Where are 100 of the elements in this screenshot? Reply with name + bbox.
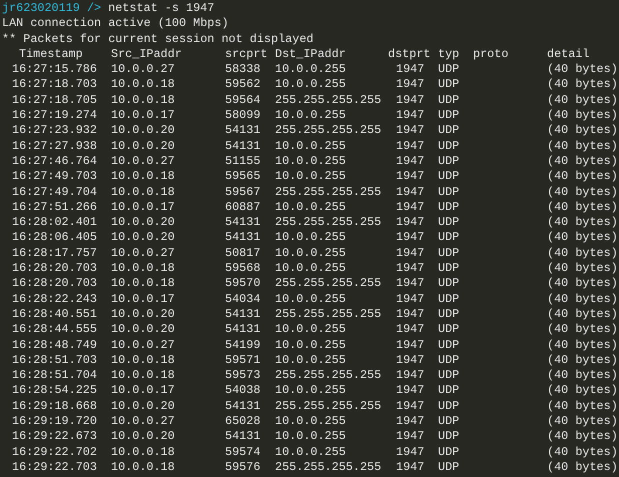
table-cell: 10.0.0.18 (111, 444, 175, 460)
table-cell: 59574 (225, 444, 260, 460)
table-cell: 10.0.0.27 (111, 338, 175, 353)
table-cell: 59562 (225, 77, 260, 93)
table-cell: UDP (438, 414, 460, 430)
table-cell: 16:27:15.786 (12, 62, 97, 78)
column-header: typ (438, 46, 460, 62)
table-cell: 1947 (396, 62, 424, 78)
table-cell: UDP (438, 383, 460, 399)
table-cell: 54131 (225, 322, 260, 338)
table-cell: UDP (438, 184, 460, 200)
table-cell: 10.0.0.20 (111, 230, 175, 246)
table-cell: UDP (438, 276, 460, 292)
table-cell: 1947 (396, 444, 424, 460)
table-cell: 16:28:51.704 (12, 368, 97, 384)
table-cell: 1947 (396, 77, 424, 93)
table-cell: (40 bytes) (547, 246, 618, 262)
table-cell: (40 bytes) (547, 215, 618, 230)
table-cell: 10.0.0.18 (111, 352, 175, 368)
table-cell: (40 bytes) (547, 184, 618, 200)
table-cell: 10.0.0.255 (275, 77, 346, 93)
table-cell: 1947 (396, 215, 424, 230)
column-header: srcprt (225, 46, 268, 62)
table-cell: 10.0.0.255 (275, 138, 346, 154)
table-cell: (40 bytes) (547, 200, 618, 216)
table-cell: 10.0.0.255 (275, 230, 346, 246)
table-cell: 50817 (225, 246, 260, 262)
table-cell: (40 bytes) (547, 292, 618, 307)
table-cell: 255.255.255.255 (275, 123, 382, 139)
table-cell: 10.0.0.255 (275, 414, 346, 430)
table-cell: 10.0.0.20 (111, 215, 175, 230)
table-cell: 255.255.255.255 (275, 368, 382, 384)
table-cell: 10.0.0.255 (275, 154, 346, 170)
table-cell: 54131 (225, 215, 260, 230)
table-cell: 1947 (396, 169, 424, 185)
table-cell: 255.255.255.255 (275, 184, 382, 200)
table-cell: (40 bytes) (547, 230, 618, 246)
table-cell: UDP (438, 77, 460, 93)
table-cell: 1947 (396, 276, 424, 292)
table-cell: (40 bytes) (547, 306, 618, 322)
table-cell: (40 bytes) (547, 261, 618, 276)
table-cell: 1947 (396, 246, 424, 262)
table-cell: 10.0.0.20 (111, 123, 175, 139)
table-cell: 16:29:18.668 (12, 398, 97, 414)
table-cell: 10.0.0.18 (111, 92, 175, 108)
table-cell: (40 bytes) (547, 123, 618, 139)
table-cell: 1947 (396, 154, 424, 170)
table-cell: 1947 (396, 230, 424, 246)
table-cell: 1947 (396, 429, 424, 445)
table-cell: UDP (438, 200, 460, 216)
table-cell: 10.0.0.27 (111, 246, 175, 262)
table-cell: UDP (438, 123, 460, 139)
table-cell: 54199 (225, 338, 260, 353)
table-cell: 10.0.0.27 (111, 62, 175, 78)
table-cell: 16:27:49.704 (12, 184, 97, 200)
table-cell: UDP (438, 352, 460, 368)
table-cell: 10.0.0.255 (275, 338, 346, 353)
table-cell: 1947 (396, 383, 424, 399)
command-text: netstat -s 1947 (108, 1, 214, 16)
table-cell: 10.0.0.17 (111, 292, 175, 307)
table-cell: 60887 (225, 200, 260, 216)
table-cell: 16:27:18.703 (12, 77, 97, 93)
table-cell: UDP (438, 429, 460, 445)
table-cell: 16:28:02.401 (12, 215, 97, 230)
table-cell: 16:28:48.749 (12, 338, 97, 353)
table-cell: 10.0.0.255 (275, 383, 346, 399)
table-cell: 16:29:22.703 (12, 460, 97, 476)
table-cell: 10.0.0.18 (111, 169, 175, 185)
table-cell: UDP (438, 246, 460, 262)
table-cell: 54131 (225, 230, 260, 246)
table-cell: 10.0.0.18 (111, 368, 175, 384)
table-cell: 255.255.255.255 (275, 398, 382, 414)
table-cell: 10.0.0.17 (111, 108, 175, 124)
table-cell: 1947 (396, 398, 424, 414)
table-cell: 10.0.0.18 (111, 276, 175, 292)
table-cell: UDP (438, 292, 460, 307)
table-cell: 1947 (396, 322, 424, 338)
table-cell: 255.255.255.255 (275, 306, 382, 322)
table-cell: 54131 (225, 306, 260, 322)
table-cell: 16:28:06.405 (12, 230, 97, 246)
prompt: jr623020119 /> (2, 1, 102, 16)
table-cell: 59570 (225, 276, 260, 292)
table-cell: 1947 (396, 184, 424, 200)
table-cell: UDP (438, 398, 460, 414)
table-cell: 10.0.0.255 (275, 322, 346, 338)
output-line: ** Packets for current session not displayed (2, 32, 314, 46)
table-cell: UDP (438, 368, 460, 384)
table-cell: UDP (438, 230, 460, 246)
table-cell: 54131 (225, 429, 260, 445)
table-cell: (40 bytes) (547, 169, 618, 185)
table-cell: 54131 (225, 123, 260, 139)
table-cell: 1947 (396, 352, 424, 368)
table-cell: 59568 (225, 261, 260, 276)
table-cell: 1947 (396, 92, 424, 108)
table-cell: 10.0.0.17 (111, 200, 175, 216)
table-cell: 10.0.0.20 (111, 322, 175, 338)
table-cell: 10.0.0.20 (111, 138, 175, 154)
table-cell: 16:28:51.703 (12, 352, 97, 368)
table-cell: 10.0.0.20 (111, 306, 175, 322)
table-cell: 10.0.0.27 (111, 154, 175, 170)
